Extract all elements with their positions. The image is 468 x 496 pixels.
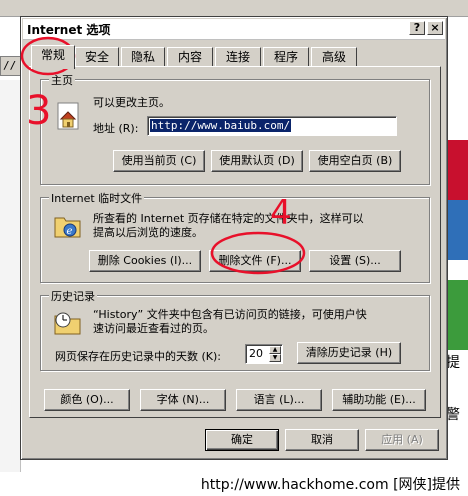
background-left-strip bbox=[0, 80, 21, 472]
background-side-text-2: 警 bbox=[446, 407, 460, 423]
tab-security[interactable]: 安全 bbox=[75, 47, 119, 67]
dialog-titlebar[interactable]: Internet 选项 ? × bbox=[23, 19, 445, 40]
tab-general[interactable]: 常规 bbox=[31, 45, 75, 69]
homepage-description: 可以更改主页。 bbox=[93, 96, 170, 109]
use-current-page-button[interactable]: 使用当前页 (C) bbox=[113, 150, 205, 172]
general-tab-panel: 主页 可以更改主页。 地址 (R): http://www.baiub.com/… bbox=[29, 66, 441, 418]
background-side-text: 提 bbox=[446, 355, 460, 371]
fonts-button[interactable]: 字体 (N)... bbox=[140, 389, 226, 411]
tab-content[interactable]: 内容 bbox=[167, 47, 213, 67]
accessibility-button[interactable]: 辅助功能 (E)... bbox=[332, 389, 426, 411]
history-group: 历史记录 “History” 文件夹中包含有已访问页的链接，可使用户快 速访问最… bbox=[40, 288, 430, 371]
history-legend: 历史记录 bbox=[49, 288, 97, 304]
apply-button[interactable]: 应用 (A) bbox=[365, 429, 439, 451]
svg-text:e: e bbox=[67, 226, 73, 237]
homepage-group: 主页 可以更改主页。 地址 (R): http://www.baiub.com/… bbox=[40, 72, 430, 185]
history-desc-line2: 速访问最近查看过的页。 bbox=[93, 322, 214, 335]
history-icon bbox=[54, 312, 81, 335]
watermark-footer: http://www.hackhome.com [网侠]提供 bbox=[0, 472, 468, 496]
tab-advanced[interactable]: 高级 bbox=[311, 47, 357, 67]
background-address-text: // bbox=[3, 59, 17, 72]
temp-files-legend: Internet 临时文件 bbox=[49, 190, 145, 206]
spin-down-icon[interactable]: ▼ bbox=[269, 354, 281, 362]
settings-button[interactable]: 设置 (S)... bbox=[309, 250, 401, 272]
tab-privacy[interactable]: 隐私 bbox=[121, 47, 165, 67]
history-days-stepper[interactable]: 20 ▲ ▼ bbox=[245, 344, 283, 364]
dialog-title: Internet 选项 bbox=[27, 23, 111, 37]
clear-history-button[interactable]: 清除历史记录 (H) bbox=[297, 342, 401, 364]
use-default-page-button[interactable]: 使用默认页 (D) bbox=[211, 150, 303, 172]
temp-files-folder-icon: e bbox=[54, 217, 81, 238]
help-button[interactable]: ? bbox=[409, 21, 425, 35]
history-days-label: 网页保存在历史记录中的天数 (K): bbox=[55, 350, 221, 363]
watermark-text: http://www.hackhome.com [网侠]提供 bbox=[200, 477, 460, 493]
temp-files-group: Internet 临时文件 e 所查看的 Internet 页存储在特定的文件夹… bbox=[40, 190, 430, 283]
background-menubar bbox=[0, 0, 468, 17]
homepage-address-input[interactable]: http://www.baiub.com/ bbox=[147, 116, 397, 136]
colors-button[interactable]: 颜色 (O)... bbox=[44, 389, 130, 411]
delete-cookies-button[interactable]: 删除 Cookies (I)... bbox=[89, 250, 201, 272]
history-days-value: 20 bbox=[249, 347, 263, 360]
home-page-icon bbox=[57, 102, 79, 130]
temp-files-desc-line2: 提高以后浏览的速度。 bbox=[93, 226, 203, 239]
ok-button[interactable]: 确定 bbox=[205, 429, 279, 451]
close-button[interactable]: × bbox=[427, 21, 443, 35]
spin-up-icon[interactable]: ▲ bbox=[269, 346, 281, 354]
help-icon: ? bbox=[413, 21, 421, 34]
homepage-legend: 主页 bbox=[49, 72, 75, 88]
close-icon: × bbox=[430, 21, 440, 34]
address-label: 地址 (R): bbox=[93, 122, 139, 135]
use-blank-page-button[interactable]: 使用空白页 (B) bbox=[309, 150, 401, 172]
cancel-button[interactable]: 取消 bbox=[285, 429, 359, 451]
tab-connections[interactable]: 连接 bbox=[215, 47, 261, 67]
internet-options-dialog: Internet 选项 ? × 常规 安全 隐私 内容 连接 程序 高级 主页 … bbox=[20, 16, 448, 460]
homepage-address-value: http://www.baiub.com/ bbox=[150, 119, 292, 132]
delete-files-button[interactable]: 删除文件 (F)... bbox=[209, 250, 301, 272]
tab-programs[interactable]: 程序 bbox=[263, 47, 309, 67]
languages-button[interactable]: 语言 (L)... bbox=[236, 389, 322, 411]
